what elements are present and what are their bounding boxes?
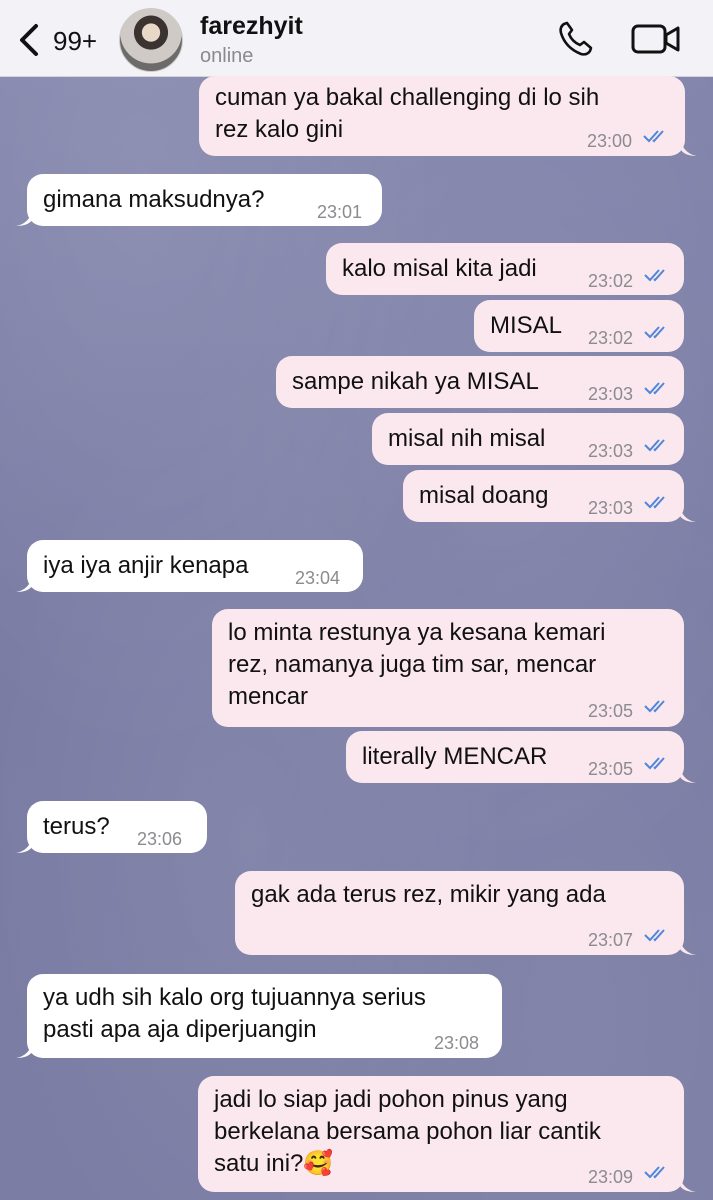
message-incoming[interactable]: terus? 23:06 — [27, 801, 207, 853]
message-outgoing[interactable]: kalo misal kita jadi 23:02 — [326, 243, 684, 295]
message-text: terus? — [43, 813, 110, 840]
chat-header: 99+ farezhyit online — [0, 0, 713, 77]
message-time: 23:00 — [587, 131, 633, 151]
message-incoming[interactable]: gimana maksudnya? 23:01 — [27, 174, 382, 226]
message-text: iya iya anjir kenapa — [43, 552, 249, 579]
message-time: 23:09 — [588, 1167, 634, 1187]
message-time: 23:03 — [588, 441, 634, 461]
unread-count[interactable]: 99+ — [53, 26, 97, 57]
read-ticks-icon — [644, 700, 665, 713]
message-outgoing[interactable]: jadi lo siap jadi pohon pinus yang berke… — [198, 1076, 684, 1192]
read-ticks-icon — [644, 439, 665, 452]
message-outgoing[interactable]: MISAL 23:02 — [474, 300, 684, 352]
message-incoming[interactable]: iya iya anjir kenapa 23:04 — [27, 540, 363, 592]
read-ticks-icon — [644, 757, 665, 770]
message-time: 23:01 — [317, 202, 363, 222]
contact-name[interactable]: farezhyit — [200, 12, 303, 41]
bubble-tail — [16, 212, 32, 226]
read-ticks-icon — [644, 496, 665, 509]
read-ticks-icon — [643, 130, 664, 143]
message-text: misal doang — [419, 482, 549, 509]
message-time: 23:02 — [588, 328, 634, 348]
bubble-tail — [16, 1044, 32, 1058]
read-ticks-icon — [644, 382, 665, 395]
message-time: 23:03 — [588, 384, 634, 404]
message-outgoing[interactable]: literally MENCAR 23:05 — [346, 731, 684, 783]
bubble-tail — [16, 578, 32, 592]
message-time: 23:04 — [295, 568, 341, 588]
message-outgoing[interactable]: cuman ya bakal challenging di lo sih rez… — [199, 76, 685, 156]
bubble-tail — [680, 769, 696, 783]
bubble-tail — [680, 941, 696, 955]
message-text: jadi lo siap jadi pohon pinus yang berke… — [214, 1086, 601, 1177]
read-ticks-icon — [644, 929, 665, 942]
message-text: ya udh sih kalo org tujuannya serius pas… — [43, 984, 426, 1043]
message-time: 23:07 — [588, 930, 634, 950]
message-text: kalo misal kita jadi — [342, 255, 537, 282]
read-ticks-icon — [644, 1166, 665, 1179]
read-ticks-icon — [644, 326, 665, 339]
message-outgoing[interactable]: misal doang 23:03 — [403, 470, 684, 522]
bubble-tail — [680, 508, 696, 522]
chevron-left-icon[interactable] — [14, 22, 54, 58]
message-time: 23:08 — [434, 1033, 480, 1053]
message-text: cuman ya bakal challenging di lo sih rez… — [215, 84, 600, 143]
message-time: 23:02 — [588, 271, 634, 291]
message-outgoing[interactable]: lo minta restunya ya kesana kemari rez, … — [212, 609, 684, 727]
phone-icon[interactable] — [556, 20, 596, 58]
message-text: gimana maksudnya? — [43, 186, 265, 213]
message-outgoing[interactable]: gak ada terus rez, mikir yang ada 23:07 — [235, 871, 684, 955]
message-time: 23:05 — [588, 701, 634, 721]
video-icon[interactable] — [630, 22, 682, 56]
message-outgoing[interactable]: sampe nikah ya MISAL 23:03 — [276, 356, 684, 408]
message-time: 23:06 — [137, 829, 183, 849]
message-outgoing[interactable]: misal nih misal 23:03 — [372, 413, 684, 465]
message-time: 23:05 — [588, 759, 634, 779]
read-ticks-icon — [644, 269, 665, 282]
message-time: 23:03 — [588, 498, 634, 518]
bubble-tail — [681, 142, 697, 156]
message-text: misal nih misal — [388, 425, 546, 452]
message-text: MISAL — [490, 312, 563, 339]
message-incoming[interactable]: ya udh sih kalo org tujuannya serius pas… — [27, 974, 502, 1058]
bubble-tail — [16, 839, 32, 853]
message-text: sampe nikah ya MISAL — [292, 368, 539, 395]
message-text: lo minta restunya ya kesana kemari rez, … — [228, 619, 606, 710]
bubble-tail — [680, 1178, 696, 1192]
contact-status: online — [200, 45, 254, 67]
message-text: literally MENCAR — [362, 743, 548, 770]
avatar[interactable] — [119, 8, 183, 72]
message-text: gak ada terus rez, mikir yang ada — [251, 881, 606, 908]
